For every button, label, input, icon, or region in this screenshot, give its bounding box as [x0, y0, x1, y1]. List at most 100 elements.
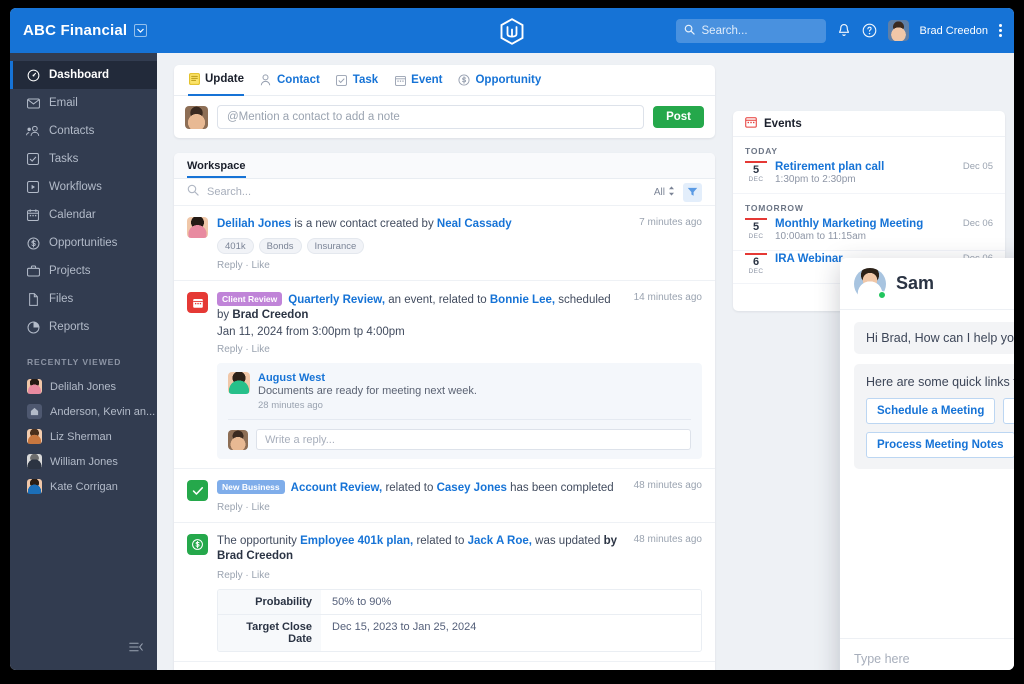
play-square-icon [26, 180, 40, 194]
sidebar-item-dashboard[interactable]: Dashboard [10, 61, 157, 89]
brand[interactable]: ABC Financial [23, 22, 148, 39]
feed-item[interactable]: Delilah Jones is a new contact created b… [174, 206, 715, 281]
sidebar: Dashboard Email Contacts Tasks Workflows… [10, 53, 157, 670]
feed-link[interactable]: Quarterly Review, [288, 294, 385, 306]
post-button[interactable]: Post [653, 106, 704, 128]
feed-item-chips: 401k Bonds Insurance [217, 238, 702, 254]
sort-updown-icon [668, 185, 675, 199]
help-circle-icon[interactable] [862, 23, 877, 38]
tab-workspace[interactable]: Workspace [187, 160, 246, 178]
feed-item-actions[interactable]: Reply · Like [217, 570, 702, 581]
recent-item-anderson-kevin[interactable]: Anderson, Kevin an... [10, 399, 157, 424]
quicklink-schedule-a-meeting[interactable]: Schedule a Meeting [866, 398, 996, 424]
sidebar-item-email[interactable]: Email [10, 89, 157, 117]
reply-author[interactable]: August West [258, 372, 691, 384]
user-name: Brad Creedon [919, 24, 989, 37]
avatar[interactable] [887, 20, 909, 41]
feed-link[interactable]: Employee 401k plan, [300, 535, 413, 547]
speedometer-icon [26, 68, 40, 82]
tab-label: Contact [276, 74, 320, 86]
table-row: Probability 50% to 90% [218, 590, 701, 615]
composer-card: Update Contact Task Event Opportunity @M… [174, 65, 715, 138]
recent-item-liz-sherman[interactable]: Liz Sherman [10, 424, 157, 449]
event-item[interactable]: 5 DEC Retirement plan call 1:30pm to 2:3… [733, 159, 1005, 194]
sidebar-item-label: Dashboard [49, 69, 110, 81]
feed-item-time: 48 minutes ago [633, 534, 702, 545]
sidebar-item-tasks[interactable]: Tasks [10, 145, 157, 173]
sidebar-item-reports[interactable]: Reports [10, 313, 157, 341]
feed-item-time: 7 minutes ago [639, 217, 702, 228]
sidebar-item-contacts[interactable]: Contacts [10, 117, 157, 145]
feed-item[interactable]: Jack Straw is a new contact created by B… [174, 662, 715, 670]
chip[interactable]: 401k [217, 238, 254, 254]
sidebar-item-files[interactable]: Files [10, 285, 157, 313]
check-square-icon [26, 152, 40, 166]
sidebar-item-projects[interactable]: Projects [10, 257, 157, 285]
collapse-sidebar-icon[interactable] [129, 640, 143, 658]
feed-item-actions[interactable]: Reply · Like [217, 344, 702, 355]
recent-item-kate-corrigan[interactable]: Kate Corrigan [10, 474, 157, 499]
table-value: Dec 15, 2023 to Jan 25, 2024 [321, 615, 701, 651]
sidebar-item-workflows[interactable]: Workflows [10, 173, 157, 201]
feed-link[interactable]: Neal Cassady [437, 218, 512, 230]
sidebar-item-label: Calendar [49, 209, 96, 221]
workspace-card: Workspace Search... All Delilah Jones is… [174, 153, 715, 670]
kebab-menu-icon[interactable] [999, 24, 1002, 37]
status-badge: Client Review [217, 292, 283, 306]
chat-widget: Sam Hi Brad, How can I help you? Here ar… [840, 258, 1014, 670]
chat-greeting-bubble: Hi Brad, How can I help you? [854, 322, 1014, 354]
quicklink-create-agenda[interactable]: Create Agenda [1003, 398, 1014, 424]
sidebar-item-label: Workflows [49, 181, 102, 193]
recent-item-label: Delilah Jones [50, 380, 117, 393]
feed-item[interactable]: New Business Account Review, related to C… [174, 469, 715, 523]
sort-selector[interactable]: All [654, 185, 675, 199]
feed-link[interactable]: Jack A Roe, [468, 535, 532, 547]
feed-link[interactable]: Casey Jones [437, 482, 507, 494]
composer-tabs: Update Contact Task Event Opportunity [174, 65, 715, 96]
tab-contact[interactable]: Contact [260, 65, 320, 96]
chat-messages: Hi Brad, How can I help you? Here are so… [840, 310, 1014, 638]
quicklink-process-meeting-notes[interactable]: Process Meeting Notes [866, 432, 1014, 458]
dollar-circle-icon [458, 74, 471, 86]
reply-input[interactable]: Write a reply... [256, 429, 691, 450]
sidebar-item-label: Contacts [49, 125, 95, 137]
tab-update[interactable]: Update [188, 65, 244, 96]
chip[interactable]: Insurance [306, 238, 365, 254]
tab-opportunity[interactable]: Opportunity [458, 65, 541, 96]
feed-text: has been completed [506, 482, 614, 494]
feed-item-actions[interactable]: Reply · Like [217, 260, 702, 271]
feed-item[interactable]: Client Review Quarterly Review, an event,… [174, 281, 715, 469]
feed-link[interactable]: Delilah Jones [217, 218, 291, 230]
feed-link[interactable]: Account Review, [291, 482, 383, 494]
event-title[interactable]: Monthly Marketing Meeting [775, 218, 955, 230]
bell-icon[interactable] [837, 23, 851, 38]
sidebar-item-opportunities[interactable]: Opportunities [10, 229, 157, 257]
sidebar-item-label: Opportunities [49, 237, 118, 249]
file-icon [26, 292, 40, 306]
tab-task[interactable]: Task [336, 65, 378, 96]
chip[interactable]: Bonds [258, 238, 302, 254]
feed-item[interactable]: The opportunity Employee 401k plan, rela… [174, 523, 715, 662]
feed-link[interactable]: Bonnie Lee, [490, 294, 555, 306]
feed-text: related to [382, 482, 437, 494]
event-item[interactable]: 5 DEC Monthly Marketing Meeting 10:00am … [733, 216, 1005, 251]
mention-input[interactable]: @Mention a contact to add a note [217, 105, 645, 129]
recent-item-william-jones[interactable]: William Jones [10, 449, 157, 474]
funnel-icon[interactable] [683, 182, 702, 202]
chat-input[interactable]: Type here [854, 652, 1014, 666]
tab-event[interactable]: Event [394, 65, 442, 96]
search-input[interactable]: Search... [675, 18, 826, 43]
reply-placeholder: Write a reply... [265, 433, 335, 446]
chevron-down-icon[interactable] [134, 24, 148, 37]
sidebar-item-label: Email [49, 97, 78, 109]
event-date-chip: 6 DEC [745, 253, 767, 275]
sidebar-item-calendar[interactable]: Calendar [10, 201, 157, 229]
recent-item-delilah-jones[interactable]: Delilah Jones [10, 374, 157, 399]
hexagon-w-logo [500, 18, 525, 50]
avatar [185, 105, 208, 129]
feed-item-actions[interactable]: Reply · Like [217, 502, 702, 513]
feed-item-text: Client Review Quarterly Review, an event,… [217, 292, 626, 323]
feed-item-text: New Business Account Review, related to C… [217, 480, 614, 496]
event-title[interactable]: Retirement plan call [775, 161, 955, 173]
workspace-search-input[interactable]: Search... [207, 186, 646, 198]
